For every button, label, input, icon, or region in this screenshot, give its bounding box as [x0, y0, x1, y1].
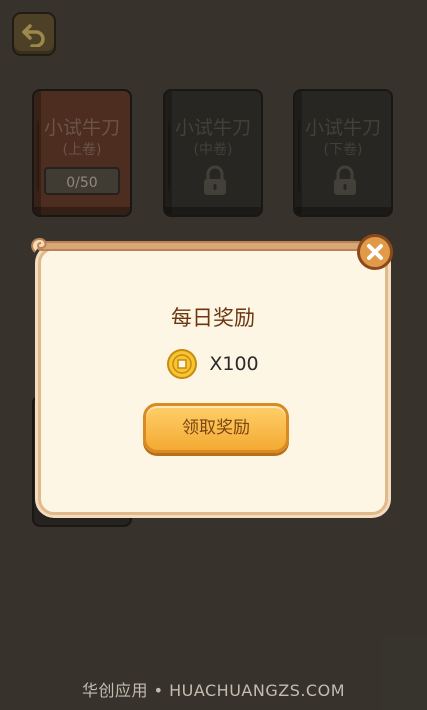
- reward-row: X100: [41, 349, 385, 379]
- coin-icon: [167, 349, 198, 379]
- scroll-decoration: [36, 241, 391, 251]
- claim-reward-button[interactable]: 领取奖励: [143, 403, 289, 453]
- scroll-curl-icon: [31, 237, 47, 253]
- watermark-text: 华创应用 • HUACHUANGZS.COM: [81, 681, 346, 700]
- daily-reward-dialog: 每日奖励 X100 领取奖励: [31, 237, 391, 515]
- reward-amount: X100: [209, 353, 259, 375]
- close-button[interactable]: [357, 234, 393, 270]
- dialog-title: 每日奖励: [171, 306, 255, 330]
- close-icon: [367, 244, 383, 260]
